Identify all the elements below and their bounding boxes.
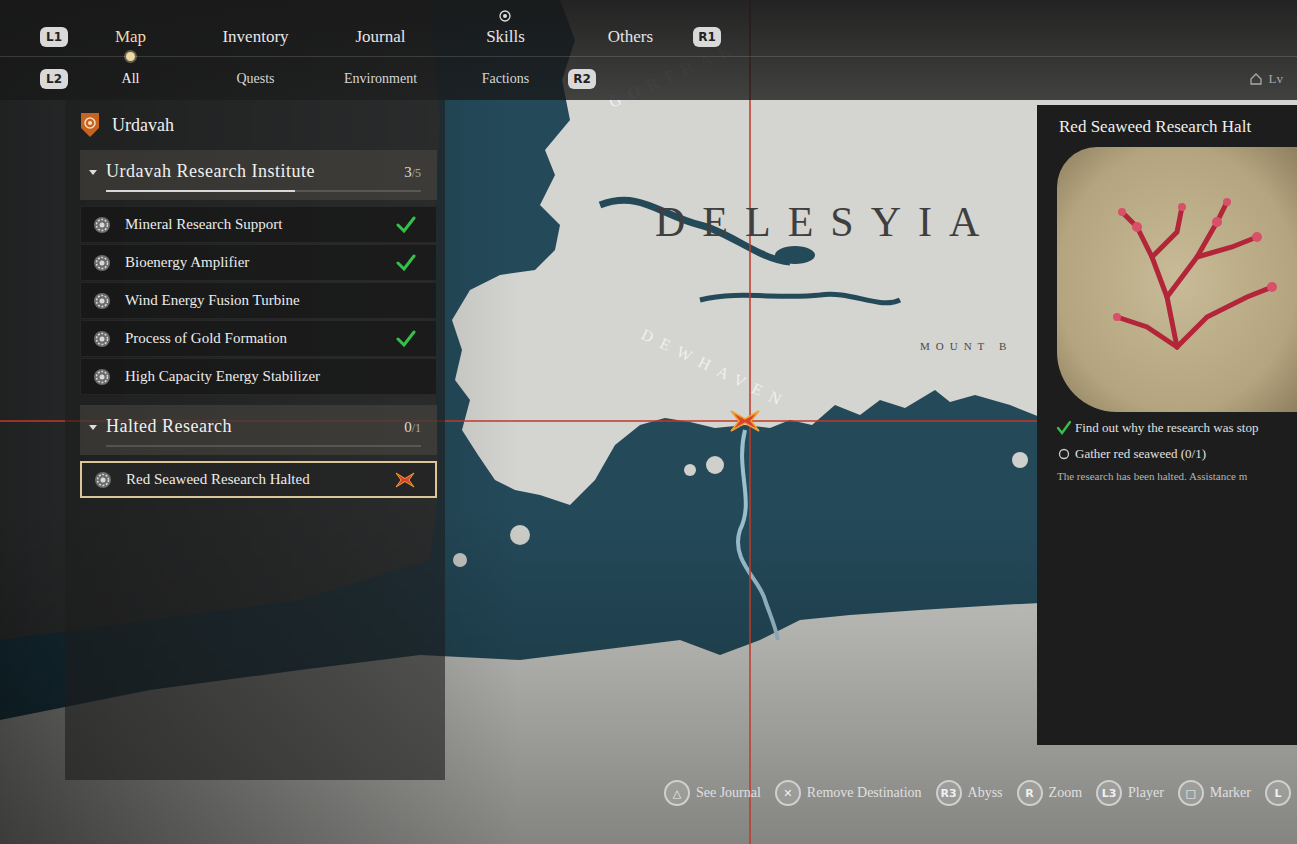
objective-row: Find out why the research was stop bbox=[1057, 420, 1293, 436]
quest-sidebar: Urdavah Urdavah Research Institute 3/5 M… bbox=[65, 100, 445, 780]
group-progress bbox=[106, 445, 421, 447]
filter-tab[interactable]: Environment bbox=[318, 71, 443, 87]
button-hint[interactable]: L bbox=[1265, 780, 1291, 806]
seaweed-image bbox=[1057, 147, 1297, 412]
main-tab[interactable]: Inventory bbox=[193, 27, 318, 47]
check-icon bbox=[1057, 421, 1071, 435]
filter-tab[interactable]: Factions bbox=[443, 71, 568, 87]
quest-detail-panel: Red Seaweed Research Halt Find out why t… bbox=[1037, 105, 1297, 745]
quest-group: Urdavah Research Institute 3/5 Mineral R… bbox=[80, 150, 437, 395]
controller-button: R bbox=[1017, 780, 1043, 806]
key-hint: L1 bbox=[40, 27, 68, 47]
button-hint[interactable]: △ See Journal bbox=[664, 780, 761, 806]
key-hint: R1 bbox=[693, 27, 721, 47]
region-header: Urdavah bbox=[80, 110, 437, 150]
group-progress bbox=[106, 190, 421, 192]
quest-gear-icon bbox=[93, 292, 111, 310]
level-badge: Lv bbox=[1249, 71, 1297, 87]
quest-gear-icon bbox=[93, 216, 111, 234]
empty-circle-icon bbox=[1057, 447, 1071, 461]
controller-button: R3 bbox=[936, 780, 962, 806]
main-tab[interactable]: Others bbox=[568, 27, 693, 47]
notice-icon bbox=[499, 10, 511, 22]
quest-row[interactable]: Bioenergy Amplifier bbox=[80, 244, 437, 281]
map-label: MOUNT B bbox=[920, 340, 1012, 352]
group-count: 0/1 bbox=[404, 418, 421, 436]
top-bar: L1 Map Inventory Journal Skills Others R… bbox=[0, 0, 1297, 100]
check-icon bbox=[396, 330, 416, 348]
filter-tab[interactable]: Quests bbox=[193, 71, 318, 87]
key-hint: R2 bbox=[568, 69, 596, 89]
expand-icon bbox=[88, 167, 98, 177]
check-icon bbox=[396, 254, 416, 272]
group-header[interactable]: Halted Research 0/1 bbox=[80, 405, 437, 455]
key-hint: L2 bbox=[40, 69, 68, 89]
map-label: DELESYIA bbox=[655, 198, 996, 246]
main-tabs: L1 Map Inventory Journal Skills Others R… bbox=[0, 0, 1297, 57]
controller-button: L bbox=[1265, 780, 1291, 806]
objective-row: Gather red seaweed (0/1) bbox=[1057, 446, 1293, 462]
tracked-marker-icon bbox=[395, 471, 415, 489]
main-tab[interactable]: Map bbox=[68, 27, 193, 47]
expand-icon bbox=[88, 422, 98, 432]
controller-button: △ bbox=[664, 780, 690, 806]
group-header[interactable]: Urdavah Research Institute 3/5 bbox=[80, 150, 437, 200]
button-hint[interactable]: R Zoom bbox=[1017, 780, 1082, 806]
map-screen: GORTHAKDELESYIADEWHAVENMOUNT B L1 Map In… bbox=[0, 0, 1297, 844]
main-tab[interactable]: Journal bbox=[318, 27, 443, 47]
button-hint[interactable]: R3 Abyss bbox=[936, 780, 1003, 806]
filter-tab[interactable]: All bbox=[68, 71, 193, 87]
quest-row[interactable]: High Capacity Energy Stabilizer bbox=[80, 358, 437, 395]
faction-shield-icon bbox=[80, 112, 100, 138]
destination-marker-icon[interactable] bbox=[731, 411, 759, 431]
check-icon bbox=[396, 216, 416, 234]
selected-dot bbox=[126, 52, 135, 61]
controller-button: L3 bbox=[1096, 780, 1122, 806]
quest-group: Halted Research 0/1 Red Seaweed Research… bbox=[80, 405, 437, 498]
button-hint[interactable]: L3 Player bbox=[1096, 780, 1164, 806]
main-tab[interactable]: Skills bbox=[443, 27, 568, 47]
quest-row[interactable]: Wind Energy Fusion Turbine bbox=[80, 282, 437, 319]
button-hints: △ See Journal ✕ Remove Destination R3 Abys… bbox=[0, 780, 1297, 844]
detail-title: Red Seaweed Research Halt bbox=[1057, 105, 1297, 147]
quest-row[interactable]: Process of Gold Formation bbox=[80, 320, 437, 357]
button-hint[interactable]: □ Marker bbox=[1178, 780, 1251, 806]
quest-gear-icon bbox=[93, 330, 111, 348]
quest-gear-icon bbox=[93, 254, 111, 272]
home-icon bbox=[1249, 72, 1263, 86]
quest-gear-icon bbox=[94, 471, 112, 489]
button-hint[interactable]: ✕ Remove Destination bbox=[775, 780, 922, 806]
filter-tabs: L2 AllQuestsEnvironmentFactions R2 Lv bbox=[0, 57, 1297, 100]
quest-row[interactable]: Red Seaweed Research Halted bbox=[80, 461, 437, 498]
group-count: 3/5 bbox=[404, 163, 421, 181]
quest-description: The research has been halted. Assistance… bbox=[1057, 470, 1293, 482]
quest-row[interactable]: Mineral Research Support bbox=[80, 206, 437, 243]
controller-button: □ bbox=[1178, 780, 1204, 806]
quest-gear-icon bbox=[93, 368, 111, 386]
controller-button: ✕ bbox=[775, 780, 801, 806]
